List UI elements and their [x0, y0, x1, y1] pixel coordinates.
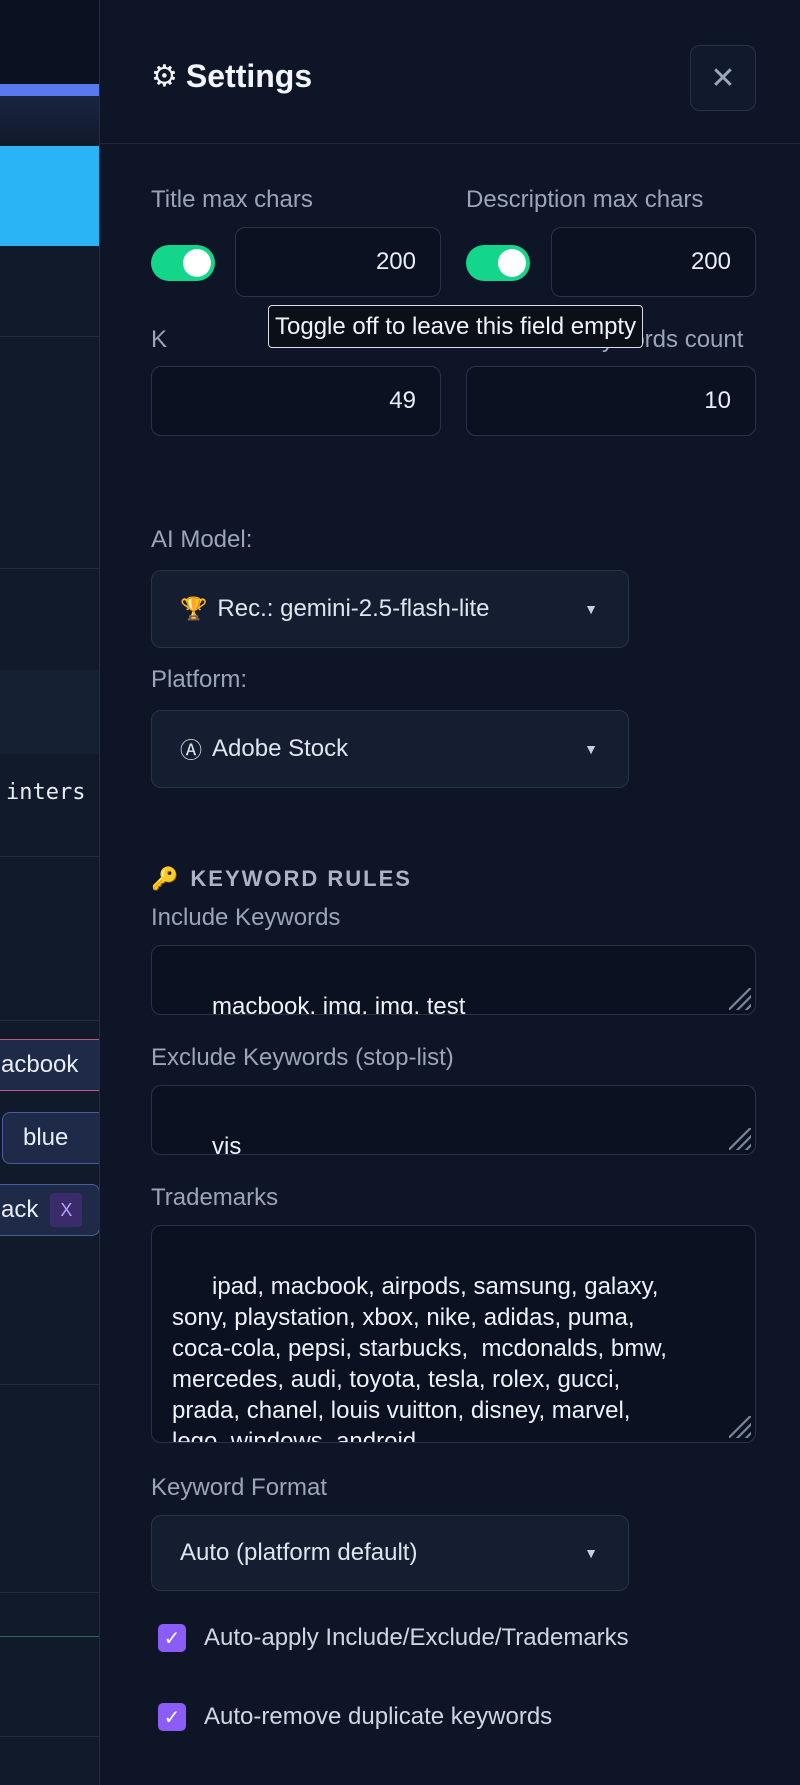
platform-select[interactable]: Ⓐ Adobe Stock ▼ — [151, 710, 629, 788]
bg-shade — [0, 96, 100, 146]
ai-model-label: AI Model: — [151, 526, 253, 553]
settings-header: ⚙ Settings ✕ — [100, 0, 800, 144]
bg-divider — [0, 1384, 100, 1385]
keywords-label: K — [151, 326, 168, 353]
resize-handle[interactable] — [729, 988, 751, 1010]
bg-code-snippet: inters — [6, 780, 86, 805]
close-button[interactable]: ✕ — [690, 45, 756, 111]
toggle-knob — [498, 249, 526, 277]
exclude-keywords-label: Exclude Keywords (stop-list) — [151, 1044, 454, 1071]
platform-label: Platform: — [151, 666, 248, 693]
include-keywords-label: Include Keywords — [151, 904, 341, 931]
toggle-knob — [183, 249, 211, 277]
auto-remove-duplicates-checkbox[interactable]: ✓ — [158, 1703, 186, 1731]
keyword-format-label: Keyword Format — [151, 1474, 328, 1501]
keyword-format-select[interactable]: Auto (platform default) ▼ — [151, 1515, 629, 1591]
description-max-input[interactable]: 200 — [551, 227, 756, 297]
bg-divider — [0, 336, 100, 337]
bg-chip-label: ack — [1, 1196, 39, 1223]
settings-title-text: Settings — [185, 58, 313, 94]
bg-keyword-chip[interactable]: blue — [2, 1112, 100, 1164]
bg-divider — [0, 1020, 100, 1021]
bg-keyword-chip[interactable]: acbook — [0, 1039, 100, 1091]
ai-model-value: Rec.: gemini-2.5-flash-lite — [217, 595, 490, 622]
description-max-label: Description max chars — [466, 186, 704, 213]
resize-handle[interactable] — [729, 1416, 751, 1438]
bg-green-line — [0, 1636, 100, 1637]
trademarks-textarea[interactable]: ipad, macbook, airpods, samsung, galaxy,… — [151, 1225, 756, 1443]
bg-divider — [0, 856, 100, 857]
keywords-count-input[interactable]: 10 — [466, 366, 756, 436]
bg-chip-remove-button[interactable]: X — [50, 1193, 83, 1227]
bg-accent-line — [0, 84, 100, 96]
title-max-label: Title max chars — [151, 186, 313, 213]
ai-model-select[interactable]: 🏆 Rec.: gemini-2.5-flash-lite ▼ — [151, 570, 629, 648]
bg-block — [0, 670, 100, 754]
settings-title: ⚙ Settings — [151, 58, 312, 95]
bg-topbar — [0, 0, 100, 84]
key-icon: 🔑 — [151, 866, 181, 891]
bg-cyan-block — [0, 146, 100, 246]
description-max-toggle[interactable] — [466, 245, 530, 281]
settings-panel: ⚙ Settings ✕ Title max chars Description… — [99, 0, 800, 1785]
keyword-format-value: Auto (platform default) — [180, 1539, 418, 1566]
title-max-input[interactable]: 200 — [235, 227, 441, 297]
auto-remove-duplicates-row[interactable]: ✓ Auto-remove duplicate keywords — [158, 1703, 552, 1731]
trademarks-label: Trademarks — [151, 1184, 279, 1211]
page: inters acbook blue ack X ⚙ Settings ✕ Ti… — [0, 0, 800, 1785]
exclude-keywords-value: vis — [212, 1133, 242, 1155]
bg-keyword-chip[interactable]: ack X — [0, 1184, 100, 1236]
platform-value: Adobe Stock — [212, 735, 349, 762]
chevron-down-icon: ▼ — [584, 1545, 598, 1561]
keyword-rules-heading: 🔑 KEYWORD RULES — [151, 866, 412, 892]
bg-divider — [0, 568, 100, 569]
keyword-rules-title: KEYWORD RULES — [190, 866, 412, 891]
bg-chip-label: blue — [23, 1124, 69, 1151]
trophy-icon: 🏆 — [180, 596, 208, 621]
auto-apply-row[interactable]: ✓ Auto-apply Include/Exclude/Trademarks — [158, 1624, 629, 1652]
include-keywords-textarea[interactable]: macbook, img, img, test — [151, 945, 756, 1015]
toggle-tooltip: Toggle off to leave this field empty — [268, 305, 644, 348]
bg-divider — [0, 1592, 100, 1593]
bg-chip-label: acbook — [1, 1051, 79, 1078]
chevron-down-icon: ▼ — [584, 601, 598, 617]
auto-apply-checkbox[interactable]: ✓ — [158, 1624, 186, 1652]
gear-icon: ⚙ — [151, 60, 178, 93]
close-icon: ✕ — [710, 61, 736, 95]
chevron-down-icon: ▼ — [584, 741, 598, 757]
resize-handle[interactable] — [729, 1128, 751, 1150]
trademarks-value: ipad, macbook, airpods, samsung, galaxy,… — [172, 1273, 667, 1443]
keywords-input[interactable]: 49 — [151, 366, 441, 436]
bg-divider — [0, 1736, 100, 1737]
auto-remove-duplicates-label: Auto-remove duplicate keywords — [204, 1703, 553, 1730]
title-max-toggle[interactable] — [151, 245, 215, 281]
auto-apply-label: Auto-apply Include/Exclude/Trademarks — [204, 1624, 629, 1651]
include-keywords-value: macbook, img, img, test — [212, 993, 466, 1015]
adobe-icon: Ⓐ — [180, 738, 203, 763]
exclude-keywords-textarea[interactable]: vis — [151, 1085, 756, 1155]
background-app: inters acbook blue ack X — [0, 0, 100, 1785]
